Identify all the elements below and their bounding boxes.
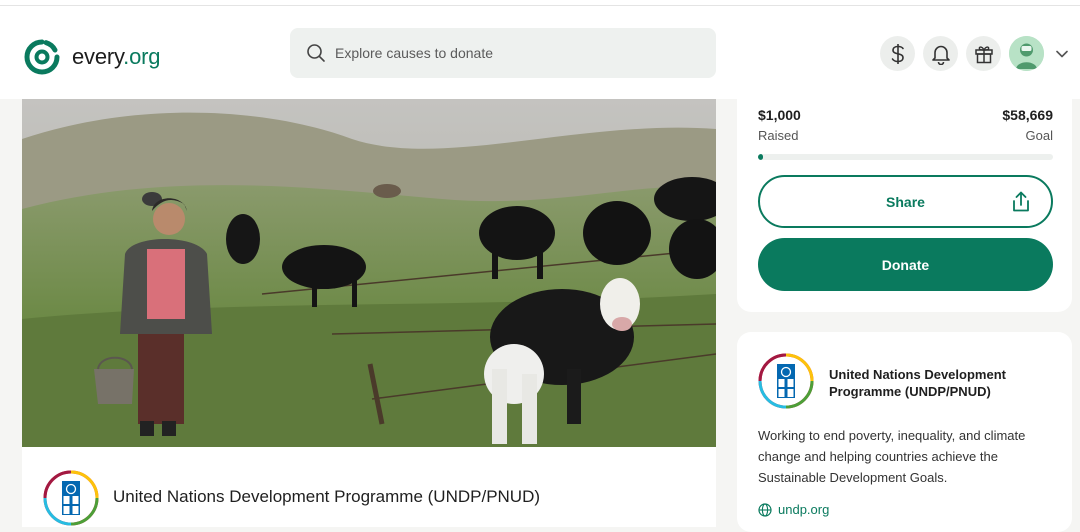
donation-card: $1,000 Raised $58,669 Goal Share Donate [737, 99, 1072, 312]
logo-wordmark: every.org [72, 44, 160, 70]
org-card-name[interactable]: United Nations Development Programme (UN… [829, 366, 1059, 400]
every-logo-icon [24, 39, 60, 75]
search-icon [307, 44, 325, 62]
hero-image [22, 99, 716, 447]
undp-logo-icon [43, 470, 99, 526]
raised-label: Raised [758, 128, 799, 143]
goal-label: Goal [1025, 128, 1053, 143]
header-actions [880, 36, 1070, 71]
main-org-header: United Nations Development Programme (UN… [22, 447, 716, 527]
bell-icon [931, 45, 950, 65]
search-input[interactable] [335, 45, 695, 61]
gifts-button[interactable] [966, 36, 1001, 71]
every-org-logo[interactable]: every.org [22, 37, 160, 77]
progress-bar [758, 154, 1053, 160]
search-bar[interactable] [290, 28, 716, 78]
share-button-label: Share [886, 193, 925, 210]
org-title: United Nations Development Programme (UN… [113, 487, 541, 506]
logo-text-org: .org [123, 44, 161, 69]
notifications-button[interactable] [923, 36, 958, 71]
account-menu-toggle[interactable] [1054, 46, 1070, 62]
raised-amount: $1,000 [758, 107, 801, 123]
donate-button-label: Donate [881, 256, 930, 273]
give-button[interactable] [880, 36, 915, 71]
chevron-down-icon [1056, 50, 1068, 57]
share-button[interactable]: Share [758, 175, 1053, 228]
hero-photo [22, 99, 716, 447]
avatar[interactable] [1009, 36, 1044, 71]
donate-button[interactable]: Donate [758, 238, 1053, 291]
globe-icon [758, 502, 772, 517]
share-icon [1013, 191, 1029, 212]
user-avatar-icon [1009, 36, 1044, 71]
gift-icon [974, 45, 993, 63]
dollar-icon [891, 43, 904, 64]
undp-logo-icon [758, 353, 814, 409]
progress-fill [758, 154, 763, 160]
org-description: Working to end poverty, inequality, and … [758, 428, 1026, 485]
org-info-card: United Nations Development Programme (UN… [737, 332, 1072, 532]
logo-text-main: every [72, 44, 124, 69]
site-header: every.org [0, 6, 1080, 99]
goal-amount: $58,669 [1002, 107, 1053, 123]
